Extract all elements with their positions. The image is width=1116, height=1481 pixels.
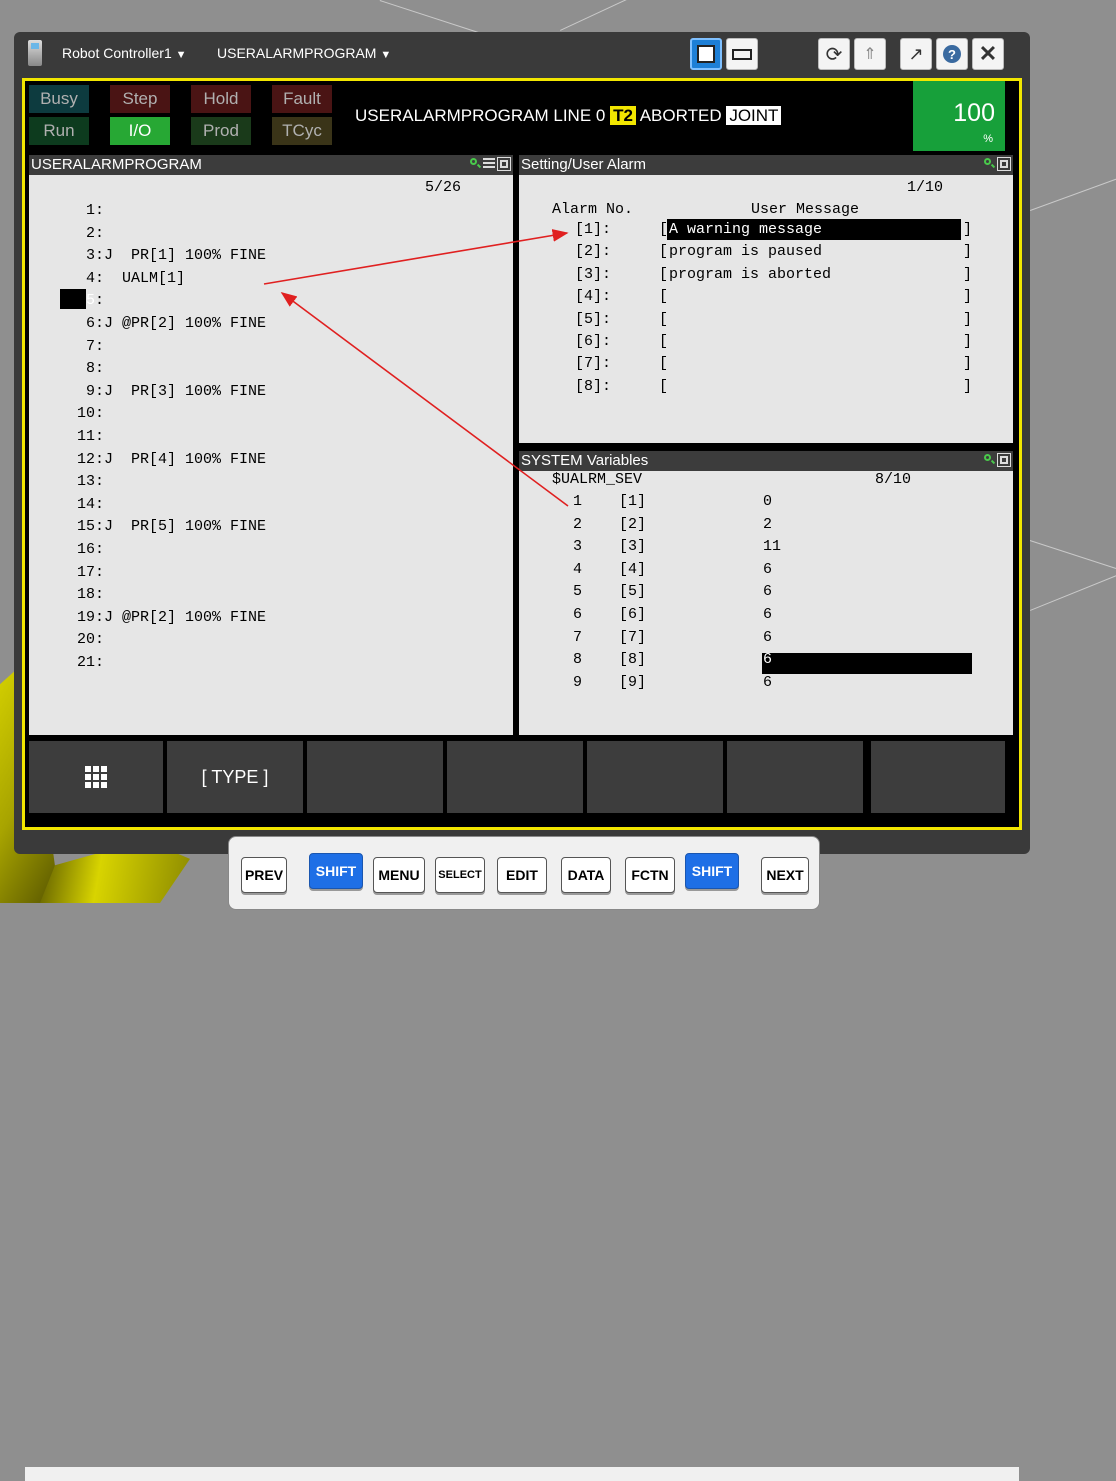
shift-key-right[interactable]: SHIFT bbox=[685, 853, 739, 889]
fctn-key[interactable]: FCTN bbox=[625, 857, 675, 893]
line-number: 5 bbox=[59, 292, 96, 310]
menu-key[interactable]: MENU bbox=[373, 857, 425, 893]
program-line[interactable]: 5: bbox=[59, 290, 266, 313]
hard-key-panel: PREV SHIFT MENU SELECT EDIT DATA FCTN SH… bbox=[228, 836, 820, 910]
alarm-message[interactable]: A warning message bbox=[669, 221, 822, 238]
prev-key[interactable]: PREV bbox=[241, 857, 287, 893]
next-key[interactable]: NEXT bbox=[761, 857, 809, 893]
annotation-arrow-to-alarm bbox=[263, 229, 569, 285]
edit-key[interactable]: EDIT bbox=[497, 857, 547, 893]
shift-key-left[interactable]: SHIFT bbox=[309, 853, 363, 889]
annotation-arrow-to-ualm bbox=[280, 292, 569, 507]
select-key[interactable]: SELECT bbox=[435, 857, 485, 893]
annotation-overlay bbox=[263, 229, 569, 507]
line-content: : bbox=[95, 292, 105, 310]
sysvar-value[interactable]: 6 bbox=[763, 651, 772, 668]
bottom-strip bbox=[25, 1467, 1019, 1481]
data-key[interactable]: DATA bbox=[561, 857, 611, 893]
